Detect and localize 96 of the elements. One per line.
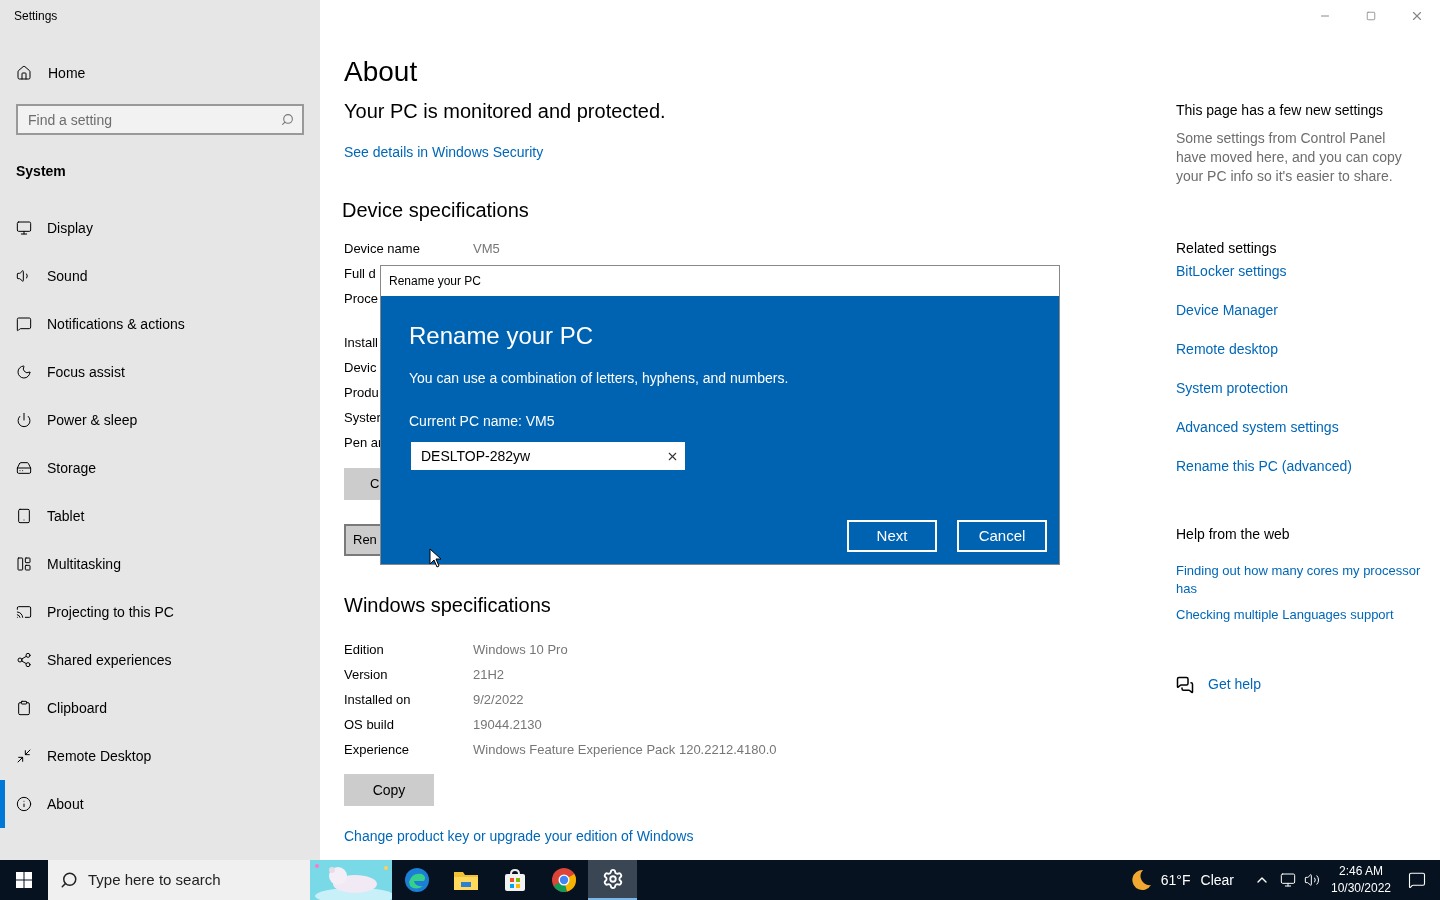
nav-item[interactable]: Notifications & actions [0,300,320,348]
help-link[interactable]: Checking multiple Languages support [1176,606,1438,624]
spec-label: Device name [344,239,420,258]
browser-circle-icon [550,867,577,893]
browser-swirl-icon [403,867,430,893]
spec-label: Experience [344,740,410,759]
nav-item[interactable]: Projecting to this PC [0,588,320,636]
security-link[interactable]: See details in Windows Security [344,142,1152,163]
spec-label: Devic [344,358,377,377]
settings-link[interactable]: Remote desktop [1176,340,1436,359]
search-icon [60,871,78,889]
clock-time: 2:46 AM [1339,863,1383,880]
nav-item[interactable]: Tablet [0,492,320,540]
settings-link[interactable]: Advanced system settings [1176,418,1436,437]
clipboard-icon [16,700,32,716]
window-title: Settings [14,8,58,25]
dialog-button[interactable]: Next [847,520,937,552]
get-help-link[interactable]: Get help [1208,674,1261,695]
notifications-icon[interactable] [1408,871,1426,889]
shopping-bag-icon [502,868,527,892]
settings-link[interactable]: Device Manager [1176,301,1436,320]
spec-label: Edition [344,640,384,659]
nav-item[interactable]: Remote Desktop [0,732,320,780]
nav-item[interactable]: About [0,780,320,828]
home-icon [16,65,32,81]
moon-icon [16,364,32,380]
nav-item[interactable]: Display [0,204,320,252]
spec-value: Windows 10 Pro [473,640,568,659]
spec-label: Install [344,333,378,352]
speech-bubble-icon [16,316,32,332]
arrows-icon [16,748,32,764]
section-heading: Device specifications [342,198,530,223]
info-icon [16,796,32,812]
upgrade-link[interactable]: Change product key or upgrade your edition of Windows [344,826,1152,847]
info-text: Some settings from Control Panel have moved here, and you can copy your PC info so it's easier to share. [1176,129,1403,186]
close-icon [1410,9,1424,23]
monitor-icon [16,220,32,236]
spec-label: Syster [344,408,381,427]
spec-label: Installed on [344,690,411,709]
weather-temperature: 61°F [1160,870,1191,890]
folder-icon [452,869,479,891]
restore-icon [1366,11,1376,21]
help-link[interactable]: Finding out how many cores my processor has [1176,562,1438,598]
dialog-button[interactable]: Cancel [957,520,1047,552]
section-heading: Help from the web [1176,525,1291,544]
taskbar-search-input[interactable]: Type here to search [88,868,288,892]
nav-item[interactable]: Multitasking [0,540,320,588]
speaker-icon[interactable] [1304,872,1320,888]
page-title: About [344,55,419,89]
section-heading: Related settings [1176,239,1278,258]
name-field[interactable]: DESLTOP-282yw [409,440,687,472]
tablet-icon [16,508,32,524]
dialog-title: Rename your PC [389,273,482,290]
search-field[interactable]: Find a setting [16,104,304,135]
spec-value: VM5 [473,239,500,258]
nav-item[interactable]: Sound [0,252,320,300]
mouse-pointer-icon [429,548,443,568]
section-heading: System [16,163,66,179]
clock-date: 10/30/2022 [1330,880,1392,897]
network-nodes-icon [16,652,32,668]
spec-value: Windows Feature Experience Pack 120.2212.4180.0 [473,740,777,759]
dialog-description: You can use a combination of letters, hyphens, and numbers. [409,369,790,388]
spec-label: Produ [344,383,379,402]
spec-label: Full d [344,264,376,283]
nav-item[interactable]: Shared experiences [0,636,320,684]
spec-value: 19044.2130 [473,715,542,734]
power-icon [16,412,32,428]
security-status: Your PC is monitored and protected. [344,99,667,124]
taskbar-search-field[interactable]: Type here to search [48,860,392,900]
spec-value: 9/2/2022 [473,690,524,709]
current-name-label: Current PC name: VM5 [409,412,556,431]
weather-condition: Clear [1200,870,1234,890]
settings-link[interactable]: System protection [1176,379,1436,398]
drive-icon [16,460,32,476]
clear-icon [666,450,679,463]
spec-label: Version [344,665,388,684]
copy-button[interactable]: Copy [344,774,434,806]
chat-help-icon [1176,675,1194,694]
settings-link[interactable]: Rename this PC (advanced) [1176,457,1436,476]
nav-item[interactable]: Clipboard [0,684,320,732]
search-icon [281,113,294,126]
home-nav-item[interactable]: Home [0,49,320,97]
spec-label: Proce [344,289,378,308]
nav-item[interactable]: Power & sleep [0,396,320,444]
windows-logo-icon [16,872,32,888]
nav-item[interactable]: Focus assist [0,348,320,396]
nav-item[interactable]: Storage [0,444,320,492]
settings-link[interactable]: BitLocker settings [1176,262,1436,281]
gear-icon [601,868,624,890]
section-heading: Windows specifications [344,593,552,618]
info-heading: This page has a few new settings [1176,101,1384,120]
spec-value: 21H2 [473,665,505,684]
taskbar-app[interactable] [588,860,637,900]
dialog-heading: Rename your PC [409,321,595,351]
spec-label: OS build [344,715,394,734]
windows-grid-icon [16,556,32,572]
